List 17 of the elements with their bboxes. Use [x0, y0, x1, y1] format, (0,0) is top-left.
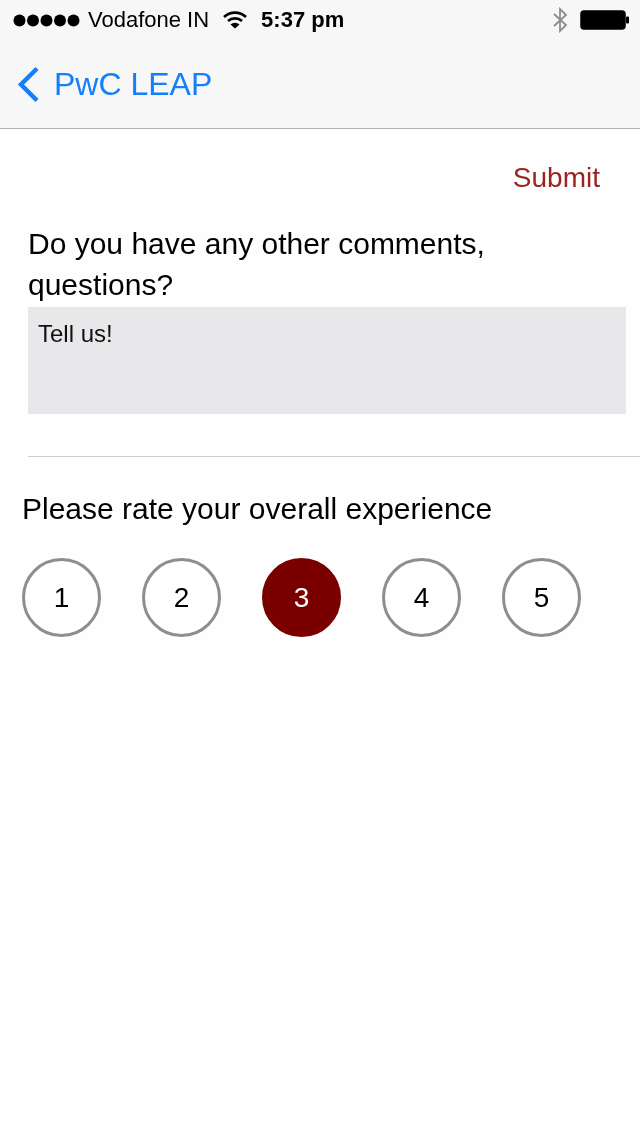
rating-option[interactable]: 5 — [502, 558, 581, 637]
comment-field[interactable]: Tell us! — [28, 307, 626, 414]
rating-option[interactable]: 4 — [382, 558, 461, 637]
chevron-left-icon — [17, 65, 40, 103]
submit-button[interactable]: Submit — [512, 161, 600, 195]
rating-option[interactable]: 3 — [262, 558, 341, 637]
rating-prompt: Please rate your overall experience — [22, 491, 494, 527]
clock-time: 5:37 pm — [261, 7, 345, 33]
battery-icon — [580, 10, 630, 30]
signal-icon — [13, 13, 80, 27]
carrier-name: Vodafone IN — [88, 7, 210, 33]
question-label: Do you have any other comments, questions? — [28, 226, 486, 303]
rating-option[interactable]: 2 — [142, 558, 221, 637]
bluetooth-icon — [552, 7, 568, 33]
rating-option[interactable]: 1 — [22, 558, 101, 637]
wifi-icon — [223, 11, 248, 29]
back-button[interactable]: PwC LEAP — [17, 65, 213, 103]
